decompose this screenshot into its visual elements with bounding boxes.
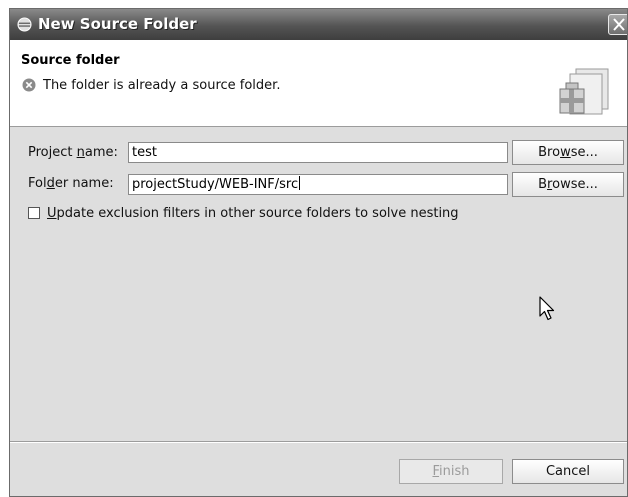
project-label-post: ame:	[84, 145, 118, 160]
browse-folder-post: owse...	[552, 177, 598, 192]
folder-label-pre: Fol	[28, 176, 47, 191]
update-exclusion-mnemonic: U	[47, 205, 57, 221]
window-title: New Source Folder	[38, 15, 197, 33]
browse-project-mnemonic: w	[560, 145, 571, 160]
project-label-mnemonic: n	[76, 145, 85, 160]
mouse-cursor-icon	[539, 296, 555, 321]
banner-message-text: The folder is already a source folder.	[43, 77, 281, 93]
text-caret	[299, 176, 301, 190]
browse-folder-pre: B	[538, 177, 548, 192]
wizard-banner: Source folder The folder is already a so…	[10, 40, 627, 127]
folder-name-label: Folder name:	[28, 176, 114, 191]
browse-project-post: se...	[570, 145, 598, 160]
browse-folder-button[interactable]: Browse...	[512, 172, 624, 197]
cancel-button[interactable]: Cancel	[512, 459, 624, 484]
close-button[interactable]	[608, 14, 627, 35]
folder-name-field[interactable]: projectStudy/WEB-INF/src	[128, 174, 508, 195]
finish-button[interactable]: Finish	[399, 459, 503, 484]
error-icon	[22, 78, 36, 92]
finish-rest: inish	[439, 464, 470, 479]
folder-name-value: projectStudy/WEB-INF/src	[132, 177, 299, 192]
update-exclusion-rest: pdate exclusion filters in other source …	[56, 205, 459, 221]
browse-project-pre: Bro	[538, 145, 561, 160]
new-source-folder-dialog: New Source Folder Source folder The fold…	[9, 8, 628, 497]
folder-label-post: er name:	[54, 176, 114, 191]
button-bar-separator	[10, 441, 627, 443]
close-icon	[613, 18, 625, 31]
project-name-field[interactable]: test	[128, 142, 508, 163]
title-bar[interactable]: New Source Folder	[10, 9, 627, 40]
update-exclusion-checkbox[interactable]	[28, 207, 40, 219]
eclipse-icon	[17, 17, 32, 32]
project-label-pre: Project	[28, 145, 77, 160]
banner-title: Source folder	[21, 53, 120, 68]
folder-label-mnemonic: d	[46, 176, 55, 191]
update-exclusion-label: Update exclusion filters in other source…	[47, 206, 459, 221]
browse-project-button[interactable]: Browse...	[512, 140, 624, 165]
update-exclusion-option[interactable]: Update exclusion filters in other source…	[28, 204, 459, 222]
banner-message: The folder is already a source folder.	[22, 77, 280, 93]
project-name-label: Project name:	[28, 145, 118, 160]
new-folder-wizard-icon	[559, 68, 609, 115]
project-name-value: test	[132, 145, 157, 160]
